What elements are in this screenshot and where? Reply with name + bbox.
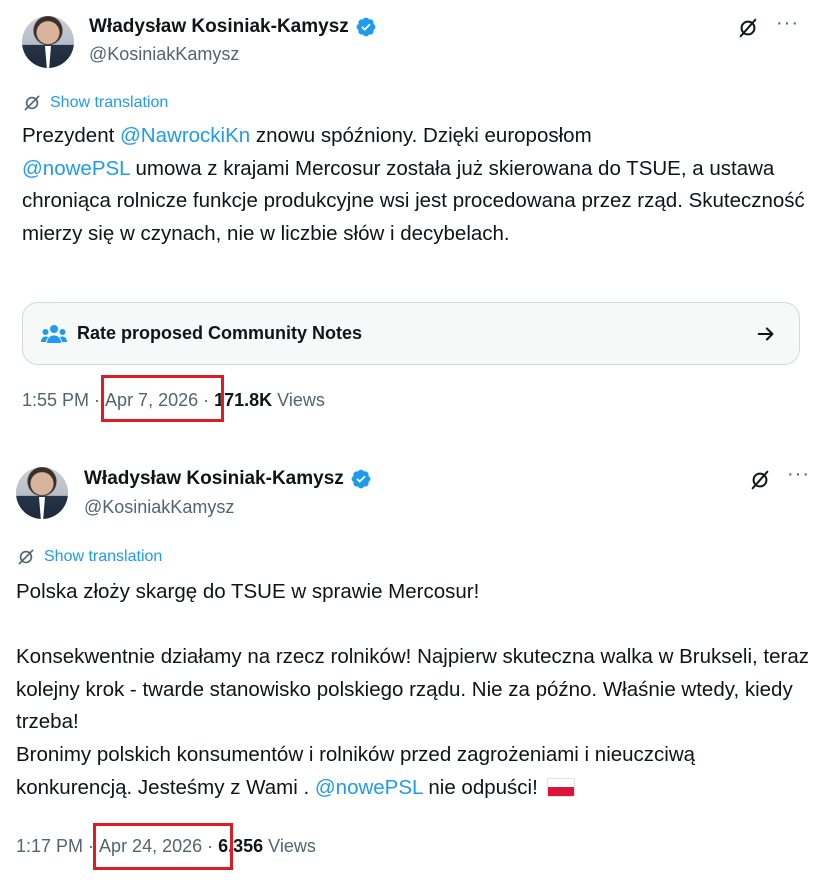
avatar[interactable] [22,16,74,68]
author-handle[interactable]: @KosiniakKamysz [89,44,239,65]
show-translation-label: Show translation [50,94,169,111]
date-highlight-box [101,375,224,422]
translate-icon [24,95,40,111]
tweet-text: Polska złoży skargę do TSUE w sprawie Me… [16,576,816,804]
tweet-text-segment: Prezydent [22,124,120,147]
mention-link[interactable]: @nowePSL [315,776,423,799]
tweet-text-line: Polska złoży skargę do TSUE w sprawie Me… [16,580,480,603]
community-notes-button[interactable]: Rate proposed Community Notes [22,302,800,365]
tweet-text-segment: nie odpuści! [422,775,544,799]
views-label: Views [272,390,325,410]
verified-badge-icon[interactable] [350,468,372,490]
verified-badge-icon[interactable] [355,16,377,38]
grok-icon[interactable] [737,17,759,39]
more-icon[interactable]: ··· [776,13,799,33]
date-highlight-box [93,823,233,870]
community-notes-icon [41,324,67,343]
tweet-time[interactable]: 1:17 PM [16,836,83,857]
mention-link[interactable]: @nowePSL [22,157,130,180]
avatar[interactable] [16,467,68,519]
author-row: Władysław Kosiniak-Kamysz [84,468,372,490]
tweet-time[interactable]: 1:55 PM [22,390,89,411]
poland-flag-icon [547,777,576,797]
author-name[interactable]: Władysław Kosiniak-Kamysz [89,16,349,38]
more-icon[interactable]: ··· [787,464,810,484]
mention-link[interactable]: @NawrockiKn [120,124,250,147]
show-translation-link[interactable]: Show translation [16,547,162,567]
show-translation-link[interactable]: Show translation [22,93,168,113]
tweet-text-paragraph: Konsekwentnie działamy na rzecz rolników… [16,645,809,734]
arrow-right-icon [757,327,774,341]
community-notes-label: Rate proposed Community Notes [77,323,363,343]
grok-icon[interactable] [749,469,771,491]
author-name[interactable]: Władysław Kosiniak-Kamysz [84,468,344,490]
tweet-text-paragraph: Bronimy polskich konsumentów i rolników … [16,739,816,804]
translate-icon [18,549,34,565]
tweet-text: Prezydent @NawrockiKn znowu spóźniony. D… [22,120,812,250]
author-handle[interactable]: @KosiniakKamysz [84,497,234,518]
author-row: Władysław Kosiniak-Kamysz [89,16,377,38]
views-label: Views [263,836,316,856]
tweet-text-segment: umowa z krajami Mercosur została już ski… [22,156,805,245]
tweet-text-segment: znowu spóźniony. Dzięki europosłom [250,124,592,147]
show-translation-label: Show translation [44,548,163,565]
